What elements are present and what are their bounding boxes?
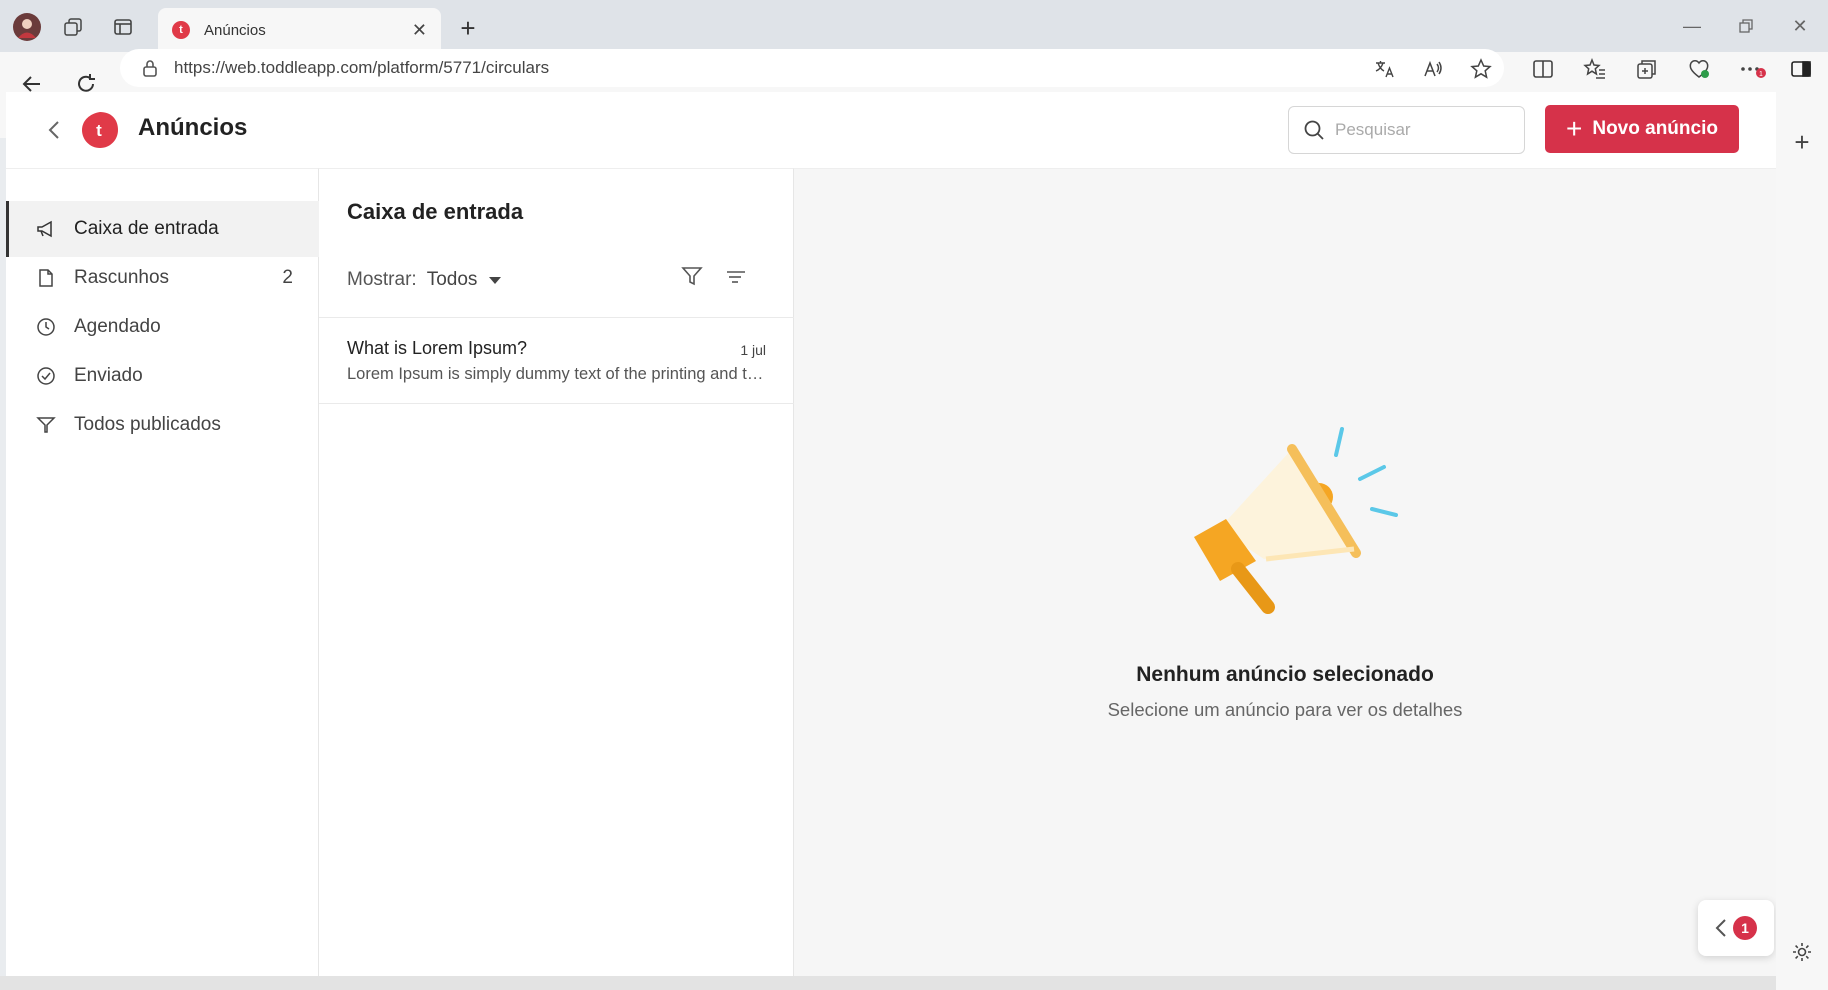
- close-tab-icon[interactable]: ✕: [412, 20, 427, 41]
- new-tab-button[interactable]: +: [452, 12, 484, 44]
- show-label: Mostrar:: [347, 269, 417, 290]
- search-box[interactable]: [1288, 106, 1525, 154]
- new-announcement-label: Novo anúncio: [1592, 118, 1718, 139]
- tab-anuncios[interactable]: t Anúncios ✕: [158, 8, 441, 52]
- check-circle-icon: [34, 364, 58, 388]
- favorite-star-icon[interactable]: [1464, 52, 1498, 86]
- app-header: t Anúncios + Novo anúncio: [6, 92, 1776, 168]
- detail-pane: Nenhum anúncio selecionado Selecione um …: [794, 168, 1776, 976]
- drafts-count: 2: [282, 267, 293, 288]
- list-title: Caixa de entrada: [347, 199, 524, 224]
- sidebar-item-scheduled[interactable]: Agendado: [6, 299, 319, 355]
- translate-icon[interactable]: [1368, 52, 1402, 86]
- svg-text:t: t: [96, 121, 102, 140]
- sidebar-item-label: Caixa de entrada: [74, 218, 219, 239]
- sidebar-item-drafts[interactable]: Rascunhos 2: [6, 250, 319, 306]
- close-window-button[interactable]: ✕: [1780, 10, 1820, 42]
- workspaces-icon[interactable]: [56, 10, 90, 44]
- collections-icon[interactable]: [1630, 52, 1664, 86]
- url-text: https://web.toddleapp.com/platform/5771/…: [174, 58, 550, 77]
- show-value: Todos: [426, 269, 478, 290]
- search-icon: [1304, 120, 1324, 140]
- sort-icon[interactable]: [725, 265, 747, 292]
- svg-text:1: 1: [1759, 71, 1763, 78]
- favorites-list-icon[interactable]: [1578, 52, 1612, 86]
- settings-gear-icon[interactable]: [1786, 936, 1818, 968]
- lock-icon: [143, 60, 157, 77]
- toddle-logo: t: [80, 110, 120, 150]
- toddle-favicon-icon: t: [172, 21, 190, 39]
- app-container: t Anúncios + Novo anúncio Caixa de entra…: [6, 92, 1776, 976]
- split-screen-icon[interactable]: [1526, 52, 1560, 86]
- page-title: Anúncios: [138, 114, 248, 141]
- send-icon: [34, 413, 58, 437]
- browser-essentials-icon[interactable]: [1682, 52, 1716, 86]
- minimize-button[interactable]: —: [1672, 10, 1712, 42]
- more-options-icon[interactable]: 1: [1736, 52, 1770, 86]
- clock-icon: [34, 315, 58, 339]
- read-aloud-icon[interactable]: [1416, 52, 1450, 86]
- message-date: 1 jul: [740, 342, 766, 358]
- sidebar-item-label: Todos publicados: [74, 414, 221, 435]
- megaphone-illustration: [1174, 419, 1404, 629]
- back-chevron-icon[interactable]: [42, 118, 66, 142]
- tab-actions-icon[interactable]: [106, 10, 140, 44]
- sidebar-item-all-published[interactable]: Todos publicados: [6, 397, 319, 453]
- list-item[interactable]: What is Lorem Ipsum? 1 jul Lorem Ipsum i…: [319, 318, 794, 404]
- tab-title: Anúncios: [204, 21, 266, 39]
- sidebar-item-label: Agendado: [74, 316, 161, 337]
- browser-tab-bar: t Anúncios ✕ + — ✕: [0, 0, 1828, 52]
- notifications-toggle-button[interactable]: 1: [1698, 900, 1774, 956]
- sidebar-item-inbox[interactable]: Caixa de entrada: [6, 201, 319, 257]
- sidebar-item-label: Rascunhos: [74, 267, 170, 288]
- megaphone-icon: [34, 217, 58, 241]
- profile-avatar[interactable]: [10, 10, 44, 44]
- sidebar-item-label: Enviado: [74, 365, 143, 386]
- add-sidebar-app-icon[interactable]: +: [1786, 126, 1818, 158]
- empty-state-title: Nenhum anúncio selecionado: [1136, 663, 1434, 686]
- document-icon: [34, 266, 58, 290]
- message-title: What is Lorem Ipsum?: [347, 338, 528, 358]
- empty-state-subtitle: Selecione um anúncio para ver os detalhe…: [1107, 699, 1463, 720]
- notification-badge: 1: [1733, 916, 1757, 940]
- chevron-left-icon: [1715, 919, 1726, 937]
- sidebar: Caixa de entrada Rascunhos 2 Agendado En…: [6, 168, 319, 976]
- window-bottom-edge: [0, 976, 1776, 990]
- message-preview: Lorem Ipsum is simply dummy text of the …: [347, 365, 765, 383]
- message-list-pane: Caixa de entrada Mostrar: Todos What is …: [319, 168, 794, 976]
- url-bar[interactable]: https://web.toddleapp.com/platform/5771/…: [120, 49, 1504, 87]
- browser-side-rail: +: [1776, 92, 1828, 990]
- plus-icon: +: [1566, 113, 1583, 144]
- sidebar-item-sent[interactable]: Enviado: [6, 348, 319, 404]
- caret-down-icon: [489, 276, 502, 284]
- sidebar-toggle-icon[interactable]: [1784, 52, 1818, 86]
- search-input[interactable]: [1335, 120, 1505, 140]
- restore-button[interactable]: [1726, 10, 1766, 42]
- new-announcement-button[interactable]: + Novo anúncio: [1545, 105, 1739, 153]
- filter-icon[interactable]: [681, 265, 703, 292]
